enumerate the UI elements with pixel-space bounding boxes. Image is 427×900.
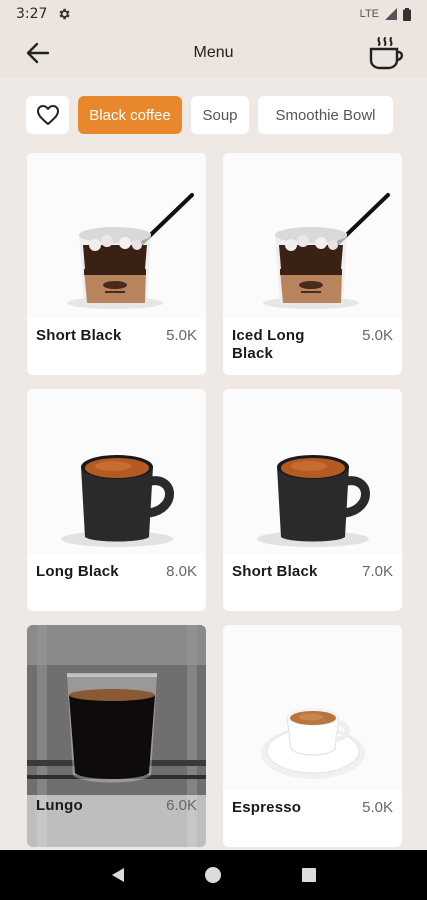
product-card[interactable]: Short Black 7.0K (223, 389, 402, 611)
nav-back-button[interactable] (107, 864, 129, 886)
product-price: 6.0K (166, 797, 197, 814)
espresso-cup-image (223, 625, 402, 790)
heart-icon (36, 105, 59, 125)
chip-smoothie-bowl[interactable]: Smoothie Bowl (258, 96, 393, 134)
gear-icon (60, 8, 71, 20)
iced-coffee-image (27, 153, 206, 318)
status-time: 3:27 (16, 6, 48, 22)
coffee-cup-icon[interactable] (367, 36, 405, 70)
iced-coffee-image (223, 153, 402, 318)
product-card[interactable]: Espresso 5.0K (223, 625, 402, 847)
product-name: Lungo (36, 797, 83, 814)
nav-recents-button[interactable] (298, 864, 320, 886)
recents-square-icon (302, 868, 317, 882)
chip-soup[interactable]: Soup (191, 96, 249, 134)
battery-icon (403, 7, 411, 21)
home-circle-icon (205, 867, 222, 883)
network-label: LTE (359, 8, 379, 20)
product-card[interactable]: Short Black 5.0K (27, 153, 206, 375)
nav-home-button[interactable] (202, 864, 224, 886)
app-bar: Menu (0, 28, 427, 78)
chip-black-coffee[interactable]: Black coffee (78, 96, 182, 134)
product-name: Espresso (232, 799, 302, 816)
back-triangle-icon (111, 868, 124, 882)
product-price: 7.0K (362, 563, 393, 580)
product-card[interactable]: Lungo 6.0K (27, 625, 206, 847)
system-nav-bar (0, 850, 427, 900)
product-card[interactable]: Iced Long Black 5.0K (223, 153, 402, 375)
status-bar: 3:27 LTE (0, 0, 427, 28)
product-price: 8.0K (166, 563, 197, 580)
page-title: Menu (193, 44, 234, 61)
black-mug-image (223, 389, 402, 554)
product-price: 5.0K (166, 327, 197, 344)
black-mug-image (27, 389, 206, 554)
arrow-left-icon[interactable] (24, 40, 52, 66)
product-name: Long Black (36, 563, 119, 580)
favorites-button[interactable] (26, 96, 69, 134)
product-name: Short Black (36, 327, 122, 344)
product-name: Iced Long Black (232, 327, 305, 362)
product-grid: Short Black 5.0K Iced Long Black 5.0K Lo… (27, 153, 402, 847)
category-filters: Black coffee Soup Smoothie Bowl (26, 96, 393, 134)
product-name: Short Black (232, 563, 318, 580)
product-card[interactable]: Long Black 8.0K (27, 389, 206, 611)
product-price: 5.0K (362, 327, 393, 344)
signal-icon (385, 8, 397, 20)
product-price: 5.0K (362, 799, 393, 816)
